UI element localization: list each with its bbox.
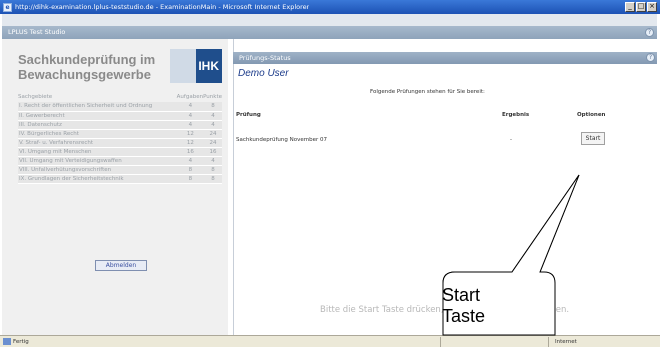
- exam-title: Sachkundeprüfung im Bewachungsgewerbe: [18, 52, 156, 82]
- subject-tasks: 4: [176, 120, 204, 130]
- browser-status-bar: Fertig Internet: [0, 335, 660, 347]
- table-row: VIII. Unfallverhütungsvorschriften 8 8: [18, 165, 222, 175]
- subject-points: 4: [203, 120, 222, 130]
- status-ready: Fertig: [13, 339, 29, 345]
- options-column-header: Optionen: [577, 112, 606, 118]
- browser-titlebar: e http://dihk-examination.lplus-teststud…: [0, 0, 660, 14]
- subject-points: 24: [203, 129, 222, 139]
- exam-column-header: Prüfung: [236, 112, 261, 118]
- help-icon[interactable]: ?: [646, 53, 655, 62]
- subject-name: III. Datenschutz: [18, 120, 177, 130]
- ie-logo-icon: e: [3, 2, 12, 12]
- result-column-header: Ergebnis: [502, 112, 530, 118]
- subject-tasks: 12: [176, 129, 204, 139]
- subject-points: 16: [203, 147, 222, 157]
- logout-button[interactable]: Abmelden: [95, 260, 147, 271]
- top-spacer: [2, 14, 657, 26]
- subject-tasks: 12: [176, 138, 204, 148]
- table-row: I. Recht der öffentlichen Sicherheit und…: [18, 102, 222, 112]
- subject-name: IV. Bürgerliches Recht: [18, 129, 177, 139]
- subject-points: 4: [203, 111, 222, 121]
- status-panel-title: Prüfungs-Status: [239, 54, 291, 62]
- page-icon: [3, 338, 11, 345]
- security-zone: Internet: [555, 339, 577, 345]
- status-divider: [440, 337, 441, 347]
- subject-points: 8: [203, 102, 222, 112]
- subject-tasks: 8: [176, 165, 204, 175]
- help-icon[interactable]: ?: [645, 28, 654, 37]
- subject-tasks: 8: [176, 174, 204, 184]
- subject-name: I. Recht der öffentlichen Sicherheit und…: [18, 102, 177, 112]
- close-button[interactable]: ×: [647, 2, 657, 12]
- user-name: Demo User: [238, 68, 289, 79]
- subject-name: V. Straf- u. Verfahrensrecht: [18, 138, 177, 148]
- subject-points: 24: [203, 138, 222, 148]
- app-header: LPLUS Test Studio ?: [2, 26, 657, 39]
- table-row: VI. Umgang mit Menschen 16 16: [18, 147, 222, 157]
- subject-tasks: 4: [176, 156, 204, 166]
- exam-name: Sachkundeprüfung November 07: [236, 137, 327, 143]
- subject-name: VII. Umgang mit Verteidigungswaffen: [18, 156, 177, 166]
- table-row: IV. Bürgerliches Recht 12 24: [18, 129, 222, 139]
- status-panel-header: Prüfungs-Status ?: [233, 52, 657, 64]
- subject-name: VIII. Unfallverhütungsvorschriften: [18, 165, 177, 175]
- status-divider: [548, 337, 549, 347]
- table-row: III. Datenschutz 4 4: [18, 120, 222, 130]
- available-exams-note: Folgende Prüfungen stehen für Sie bereit…: [370, 89, 485, 95]
- table-row: VII. Umgang mit Verteidigungswaffen 4 4: [18, 156, 222, 166]
- points-column-header: Punkte: [203, 94, 222, 100]
- subject-name: II. Gewerberecht: [18, 111, 177, 121]
- callout-label: Start Taste: [442, 285, 485, 327]
- table-row: V. Straf- u. Verfahrensrecht 12 24: [18, 138, 222, 148]
- subject-name: IX. Grundlagen der Sicherheitstechnik: [18, 174, 177, 184]
- browser-title: http://dihk-examination.lplus-teststudio…: [15, 3, 310, 11]
- subject-column-header: Sachgebiete: [18, 94, 53, 100]
- start-button[interactable]: Start: [581, 132, 605, 145]
- app-name: LPLUS Test Studio: [8, 28, 66, 36]
- subject-points: 8: [203, 165, 222, 175]
- table-row: II. Gewerberecht 4 4: [18, 111, 222, 121]
- maximize-button[interactable]: □: [636, 2, 646, 12]
- window-controls: _ □ ×: [625, 2, 657, 12]
- callout-line-2: Taste: [442, 306, 486, 326]
- tasks-column-header: Aufgaben: [176, 94, 204, 100]
- ihk-logo: IHK: [170, 49, 222, 83]
- subject-tasks: 16: [176, 147, 204, 157]
- subject-tasks: 4: [176, 102, 204, 112]
- subject-table: Sachgebiete Aufgaben Punkte I. Recht der…: [18, 92, 222, 184]
- subject-tasks: 4: [176, 111, 204, 121]
- subject-name: VI. Umgang mit Menschen: [18, 147, 177, 157]
- minimize-button[interactable]: _: [625, 2, 635, 12]
- callout-line-1: Start: [442, 285, 481, 305]
- subject-points: 4: [203, 156, 222, 166]
- exam-result: -: [510, 137, 512, 143]
- subject-points: 8: [203, 174, 222, 184]
- subject-panel: [2, 39, 228, 335]
- table-row: IX. Grundlagen der Sicherheitstechnik 8 …: [18, 174, 222, 184]
